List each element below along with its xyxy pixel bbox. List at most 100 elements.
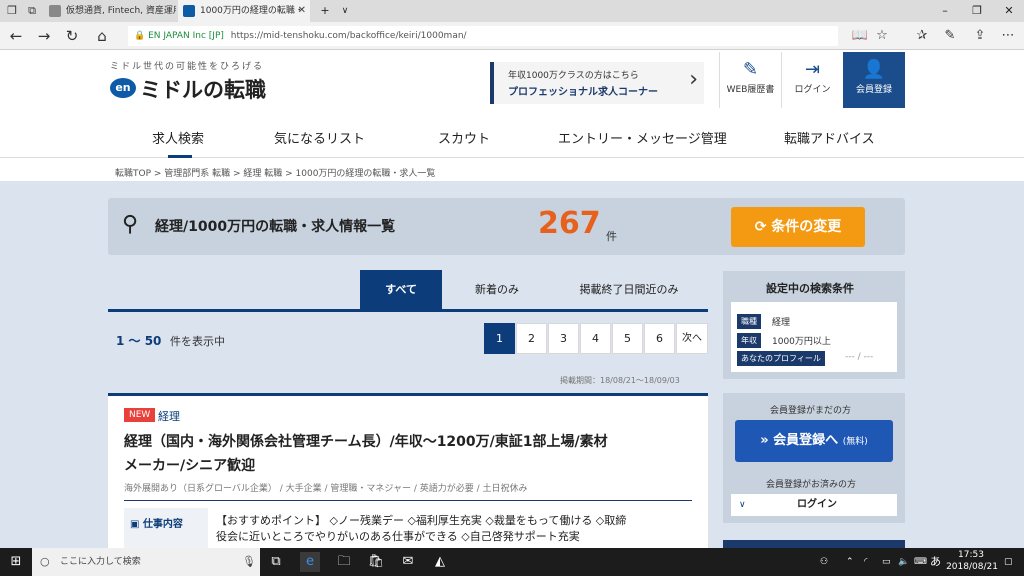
refresh-icon[interactable]: ↻ (62, 26, 82, 46)
back-arrow-icon[interactable]: ← (6, 26, 26, 46)
change-conditions-button[interactable]: ⟳ 条件の変更 (731, 207, 865, 247)
windows-taskbar: ⊞ ここに入力して検索 ○ 🎙 ⧉ e 🗀 🛍 ✉ ◭ ⚇ ⌃ ◜ ▭ 🔈 ⌨ … (0, 548, 1024, 576)
site-logo-text[interactable]: ミドルの転職 (140, 74, 266, 104)
windows-start-icon[interactable]: ⊞ (6, 552, 26, 572)
ime-indicator[interactable]: あ (930, 548, 941, 576)
microphone-icon[interactable]: 🎙 (242, 555, 256, 568)
tab-preview-icon[interactable]: ❐ (2, 1, 22, 21)
page-icon (49, 5, 61, 17)
conditions-title: 設定中の検索条件 (766, 282, 854, 295)
taskbar-search-input[interactable]: ここに入力して検索 (32, 548, 260, 576)
tab-aside-icon[interactable]: ⧉ (22, 1, 42, 21)
tab-mid-tenshoku[interactable]: 1000万円の経理の転職・ ✕ (178, 0, 310, 22)
main-navigation: 求人検索 気になるリスト スカウト エントリー・メッセージ管理 転職アドバイス (0, 122, 1024, 158)
nav-active-indicator (168, 155, 192, 158)
url-text: https://mid-tenshoku.com/backoffice/keir… (230, 31, 467, 41)
close-tab-icon[interactable]: ✕ (298, 0, 306, 22)
tab-ending-soon[interactable]: 掲載終了日間近のみ (556, 270, 702, 310)
register-header-button[interactable]: 👤 会員登録 (843, 52, 905, 108)
show-hidden-icons-icon[interactable]: ⌃ (846, 548, 854, 576)
tab-fintech[interactable]: 仮想通貨, Fintech, 資産運用 (44, 0, 176, 22)
page-button-3[interactable]: 3 (548, 323, 579, 354)
clock-date[interactable]: 2018/08/21 (946, 562, 998, 572)
url-field[interactable]: 🔒 EN JAPAN Inc [JP] https://mid-tenshoku… (128, 26, 838, 46)
job-title-line1[interactable]: 経理（国内・海外関係会社管理チーム長）/年収～1200万/東証1部上場/素材 (124, 431, 608, 451)
edit-icon: ✎ (742, 59, 759, 80)
people-icon[interactable]: ⚇ (820, 548, 828, 576)
tab-dropdown-icon[interactable]: ∨ (330, 0, 360, 22)
double-chevron-icon: » (760, 433, 774, 448)
nav-favorites[interactable]: 気になるリスト (274, 128, 365, 147)
edge-browser-icon[interactable]: e (300, 552, 320, 572)
home-icon[interactable]: ⌂ (92, 26, 112, 46)
maximize-icon[interactable]: ❐ (962, 0, 992, 22)
register-free-label: (無料) (842, 437, 868, 447)
search-icon: ⚲ (122, 212, 139, 237)
certificate-org: EN JAPAN Inc [JP] (148, 31, 224, 41)
page-button-4[interactable]: 4 (580, 323, 611, 354)
register-button[interactable]: » 会員登録へ (無料) (735, 420, 893, 462)
minimize-icon[interactable]: – (930, 0, 960, 22)
page-button-1[interactable]: 1 (484, 323, 515, 354)
reading-view-icon[interactable]: 📖 (850, 26, 870, 46)
store-icon[interactable]: 🛍 (366, 552, 386, 572)
briefcase-icon: ▣ (130, 519, 143, 530)
site-tagline: ミドル世代の可能性をひろげる (110, 62, 265, 72)
nav-career-advice[interactable]: 転職アドバイス (784, 128, 875, 147)
register-button-label: 会員登録へ (773, 433, 839, 448)
posting-period: 掲載期間：18/08/21～18/09/03 (560, 376, 680, 385)
not-member-text: 会員登録がまだの方 (770, 406, 852, 416)
tab-title: 1000万円の経理の転職・ (200, 6, 304, 16)
login-label: ログイン (794, 85, 831, 95)
divider (124, 500, 692, 501)
web-note-icon[interactable]: ✎ (940, 26, 960, 46)
job-title-line2[interactable]: メーカー/シニア歓迎 (124, 455, 255, 475)
job-category[interactable]: 経理 (158, 408, 180, 424)
favorite-star-icon[interactable]: ☆ (872, 26, 892, 46)
login-button[interactable]: ⇥ ログイン (781, 52, 843, 108)
battery-icon[interactable]: ▭ (882, 548, 891, 576)
nav-scout[interactable]: スカウト (438, 128, 490, 147)
result-range: 1 ～ 50 (116, 334, 162, 348)
condition-value-job: 経理 (772, 318, 791, 328)
job-description-line2: 役会に近いところでやりがいのある仕事ができる ◇自己啓発サポート充実 (216, 530, 580, 543)
file-explorer-icon[interactable]: 🗀 (334, 552, 354, 572)
notifications-icon[interactable]: ▢ (1004, 548, 1013, 576)
change-conditions-label: 条件の変更 (771, 219, 842, 235)
condition-value-salary: 1000万円以上 (772, 337, 831, 347)
breadcrumb[interactable]: 転職TOP > 管理部門系 転職 > 経理 転職 > 1000万円の経理の転職・… (115, 166, 435, 179)
chevron-right-icon: › (689, 67, 698, 92)
tab-title: 仮想通貨, Fintech, 資産運用 (66, 6, 176, 16)
search-circle-icon: ○ (40, 555, 50, 568)
task-view-icon[interactable]: ⧉ (266, 552, 286, 572)
page-button-5[interactable]: 5 (612, 323, 643, 354)
nav-job-search[interactable]: 求人検索 (152, 128, 204, 147)
browser-tab-bar: ❐ ⧉ 仮想通貨, Fintech, 資産運用 1000万円の経理の転職・ ✕ … (0, 0, 1024, 22)
tabs-underline (108, 309, 708, 312)
section-label-text: 仕事内容 (142, 519, 183, 530)
sidebar-login-button[interactable]: ∨ ログイン (731, 494, 897, 516)
nav-entry-messages[interactable]: エントリー・メッセージ管理 (558, 128, 727, 147)
tab-new-only[interactable]: 新着のみ (456, 270, 538, 310)
new-badge: NEW (124, 408, 156, 422)
volume-icon[interactable]: 🔈 (898, 548, 909, 576)
page-button-2[interactable]: 2 (516, 323, 547, 354)
close-window-icon[interactable]: ✕ (994, 0, 1024, 22)
professional-banner[interactable]: 年収1000万クラスの方はこちら プロフェッショナル求人コーナー › (490, 62, 704, 104)
app-icon[interactable]: ◭ (430, 552, 450, 572)
keyboard-icon[interactable]: ⌨ (914, 548, 927, 576)
page-button-6[interactable]: 6 (644, 323, 675, 354)
favorites-hub-icon[interactable]: ✰ (912, 26, 932, 46)
more-menu-icon[interactable]: ⋯ (998, 26, 1018, 46)
job-description-label: ▣ 仕事内容 (130, 515, 183, 530)
web-resume-button[interactable]: ✎ WEB履歴書 (719, 52, 781, 108)
next-page-button[interactable]: 次へ (676, 323, 708, 354)
en-logo-icon[interactable]: en (110, 78, 136, 98)
forward-arrow-icon[interactable]: → (34, 26, 54, 46)
tab-all[interactable]: すべて (360, 270, 442, 310)
network-icon[interactable]: ◜ (864, 548, 868, 576)
condition-label-job: 職種 (737, 314, 761, 329)
clock-time[interactable]: 17:53 (950, 550, 992, 560)
share-icon[interactable]: ⇪ (970, 26, 990, 46)
mail-icon[interactable]: ✉ (398, 552, 418, 572)
